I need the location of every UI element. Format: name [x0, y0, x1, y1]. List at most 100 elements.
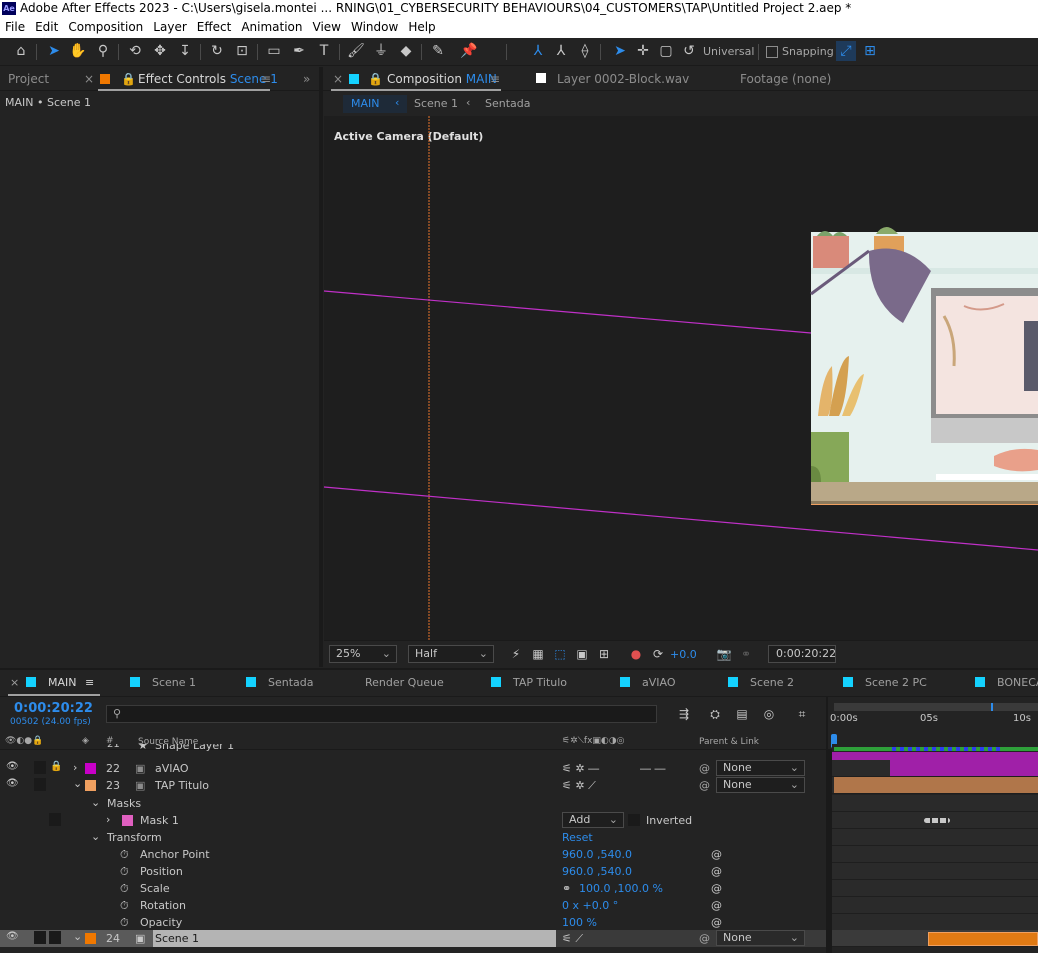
mask-visibility-icon[interactable]: ⬚: [550, 644, 570, 664]
mask-row[interactable]: › Mask 1 Add ⌄ Inverted: [0, 812, 826, 829]
lock-icon[interactable]: 🔒: [368, 72, 383, 86]
property-row[interactable]: ⏱ Rotation 0 x +0.0 ° @: [0, 897, 826, 914]
local-axis-icon[interactable]: ⅄: [528, 41, 548, 61]
label-color[interactable]: [85, 933, 96, 944]
graph-editor-icon[interactable]: ⌗: [792, 704, 812, 724]
selection-tool-icon[interactable]: ➤: [44, 41, 64, 61]
pen-tool-icon[interactable]: ✒: [289, 41, 309, 61]
brush-tool-icon[interactable]: 🖌: [346, 41, 366, 61]
close-icon[interactable]: ×: [10, 676, 19, 689]
tab-composition[interactable]: Composition MAIN: [387, 72, 497, 86]
reset-link[interactable]: Reset: [562, 831, 593, 844]
nav-sentada[interactable]: Sentada: [485, 97, 531, 110]
menu-help[interactable]: Help: [403, 17, 440, 34]
close-icon[interactable]: ×: [84, 72, 94, 86]
time-ruler[interactable]: 0:00s 05s 10s: [826, 697, 1038, 749]
fast-previews-icon[interactable]: ⚡: [506, 644, 526, 664]
clone-stamp-icon[interactable]: ⏚: [371, 41, 391, 61]
pan-camera-icon[interactable]: ✥: [150, 41, 170, 61]
world-axis-icon[interactable]: ⅄: [551, 41, 571, 61]
home-icon[interactable]: ⌂: [11, 41, 31, 61]
tab-effect-controls[interactable]: Effect Controls Scene 1: [138, 72, 278, 86]
timeline-current-time[interactable]: 0:00:20:22: [14, 701, 93, 716]
show-snapshot-icon[interactable]: ⚭: [736, 644, 756, 664]
resolution-dropdown[interactable]: Half ⌄: [408, 645, 494, 663]
panel-menu-icon[interactable]: ≡: [85, 676, 94, 689]
track-row[interactable]: [832, 777, 1038, 794]
close-icon[interactable]: ×: [333, 72, 343, 86]
scale-value[interactable]: 100.0 ,100.0 %: [579, 882, 663, 895]
exposure-value[interactable]: +0.0: [670, 648, 697, 661]
layer-search-input[interactable]: ⚲: [106, 705, 657, 723]
shy-layers-icon[interactable]: ▤: [732, 704, 752, 724]
type-tool-icon[interactable]: T: [314, 41, 334, 61]
eye-icon[interactable]: 👁: [6, 778, 19, 789]
tab-main[interactable]: MAIN: [26, 676, 77, 689]
draft-3d-icon[interactable]: ⛭: [705, 704, 725, 724]
property-row[interactable]: ⏱ Position 960.0 ,540.0 @: [0, 863, 826, 880]
puppet-pin-icon[interactable]: 📌: [459, 41, 479, 61]
parent-dropdown[interactable]: None ⌄: [716, 777, 805, 793]
tab-scene2-pc[interactable]: Scene 2 PC: [843, 676, 927, 689]
rotation-value[interactable]: 0 x +0.0 °: [562, 899, 618, 912]
opacity-value[interactable]: 100 %: [562, 916, 597, 929]
grid-guides-icon[interactable]: ⊞: [594, 644, 614, 664]
chevron-down-icon[interactable]: ⌄: [73, 777, 82, 790]
tab-layer[interactable]: Layer 0002-Block.wav: [557, 72, 689, 86]
tab-project[interactable]: Project: [8, 72, 49, 86]
menu-view[interactable]: View: [308, 17, 346, 34]
property-row[interactable]: ⏱ Anchor Point 960.0 ,540.0 @: [0, 846, 826, 863]
comp-flowchart-icon[interactable]: ⇶: [674, 704, 694, 724]
lock-icon[interactable]: 🔒: [121, 72, 136, 86]
current-time-display[interactable]: 0:00:20:22: [768, 645, 836, 663]
tab-boneca[interactable]: BONECA: [975, 676, 1038, 689]
layer-name[interactable]: aVIAO: [155, 762, 189, 775]
track-row[interactable]: [832, 760, 1038, 777]
eye-icon[interactable]: 👁: [6, 761, 19, 772]
masks-group[interactable]: ⌄ Masks: [0, 795, 826, 812]
zoom-tool-icon[interactable]: ⚲: [93, 41, 113, 61]
layer-row[interactable]: 👁 ⌄ 23 ▣ TAP Titulo ⚟ ✲ ⟋ @ None ⌄: [0, 777, 826, 794]
label-color[interactable]: [85, 780, 96, 791]
menu-layer[interactable]: Layer: [148, 17, 191, 34]
layer-row-selected[interactable]: 👁 ⌄ 24 ▣ Scene 1 ⚟ ⟋ @ None ⌄: [0, 930, 826, 947]
layer-row[interactable]: 👁 🔒 › 22 ▣ aVIAO ⚟ ✲ ― ― ― @ None ⌄: [0, 760, 826, 777]
rotation-tool-icon[interactable]: ↻: [207, 41, 227, 61]
orbit-camera-icon[interactable]: ⟲: [125, 41, 145, 61]
layer-name[interactable]: Scene 1: [153, 930, 556, 947]
work-area-bar[interactable]: [834, 703, 1038, 711]
parent-dropdown[interactable]: None ⌄: [716, 930, 805, 946]
composition-viewer[interactable]: Active Camera (Default): [324, 116, 1038, 640]
chevron-down-icon[interactable]: ⌄: [73, 930, 82, 943]
property-row[interactable]: ⏱ Scale ⚭ 100.0 ,100.0 % @: [0, 880, 826, 897]
tab-footage[interactable]: Footage (none): [740, 72, 831, 86]
chevron-right-icon[interactable]: ›: [73, 761, 77, 774]
layer-name[interactable]: TAP Titulo: [155, 779, 209, 792]
keyframes[interactable]: [924, 818, 950, 823]
panel-menu-icon[interactable]: ≡: [490, 72, 500, 86]
frame-blending-icon[interactable]: ◎: [759, 704, 779, 724]
parent-dropdown[interactable]: None ⌄: [716, 760, 805, 776]
property-row[interactable]: ⏱ Opacity 100 % @: [0, 914, 826, 931]
3d-select-icon[interactable]: ➤: [610, 41, 630, 61]
track-row[interactable]: [832, 744, 1038, 752]
rectangle-tool-icon[interactable]: ▭: [264, 41, 284, 61]
3d-rotate-icon[interactable]: ↺: [679, 41, 699, 61]
menu-edit[interactable]: Edit: [30, 17, 63, 34]
lock-icon[interactable]: 🔒: [50, 761, 62, 772]
menu-window[interactable]: Window: [346, 17, 403, 34]
tab-tap-titulo[interactable]: TAP Titulo: [491, 676, 567, 689]
reset-exposure-icon[interactable]: ⟳: [648, 644, 668, 664]
tab-scene2[interactable]: Scene 2: [728, 676, 794, 689]
mask-color[interactable]: [122, 815, 133, 826]
3d-scale-icon[interactable]: ▢: [656, 41, 676, 61]
nav-main[interactable]: MAIN ‹: [343, 95, 407, 113]
label-color[interactable]: [85, 763, 96, 774]
track-row[interactable]: [832, 930, 1038, 947]
mask-mode-dropdown[interactable]: Add ⌄: [562, 812, 624, 828]
expand-panels-icon[interactable]: »: [303, 72, 310, 86]
tab-scene1[interactable]: Scene 1: [130, 676, 196, 689]
snapping-checkbox[interactable]: [766, 46, 778, 58]
roto-brush-icon[interactable]: ✎: [428, 41, 448, 61]
tab-sentada[interactable]: Sentada: [246, 676, 314, 689]
